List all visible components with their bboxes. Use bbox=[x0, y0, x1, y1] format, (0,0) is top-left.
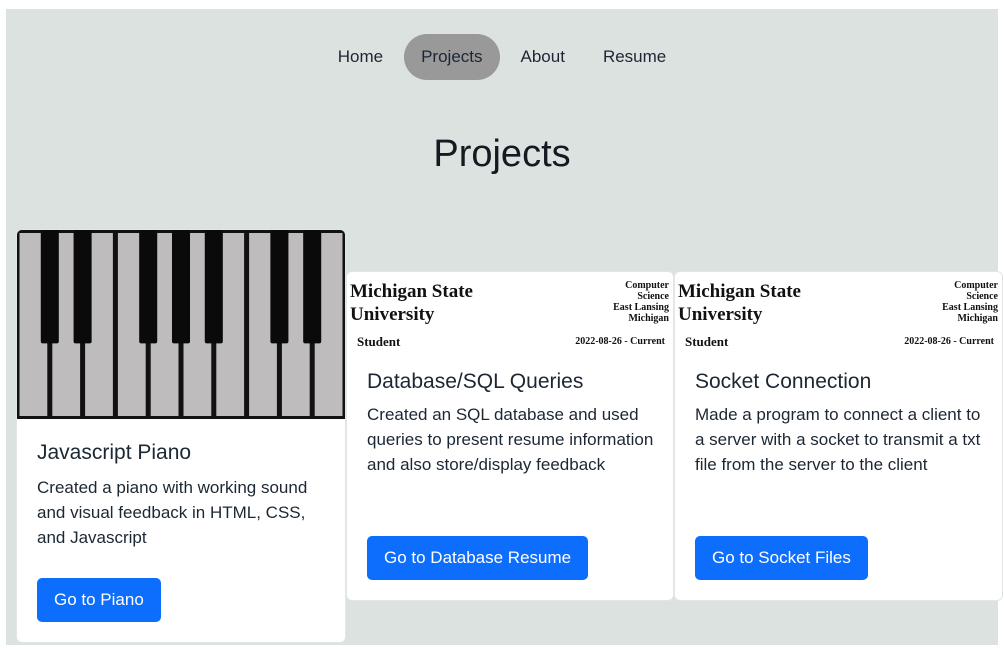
resume-role: Student bbox=[357, 334, 401, 349]
resume-dept-line: East Lansing bbox=[613, 302, 669, 313]
card-description: Created a piano with working sound and v… bbox=[37, 478, 308, 547]
card-description: Made a program to connect a client to a … bbox=[695, 405, 981, 474]
resume-dept-line: Michigan bbox=[628, 313, 669, 324]
resume-role: Student bbox=[685, 334, 729, 349]
piano-black-key bbox=[270, 230, 289, 344]
resume-school-line2: University bbox=[678, 304, 763, 325]
resume-dept-line: Computer bbox=[954, 280, 998, 291]
nav-resume[interactable]: Resume bbox=[586, 34, 683, 80]
resume-dept-line: Science bbox=[637, 291, 669, 302]
card-description: Created an SQL database and used queries… bbox=[367, 405, 654, 474]
resume-department: Computer Science East Lansing Michigan bbox=[942, 280, 998, 324]
resume-dept-line: East Lansing bbox=[942, 302, 998, 313]
go-to-database-resume-button[interactable]: Go to Database Resume bbox=[367, 536, 589, 580]
resume-school-line2: University bbox=[350, 304, 435, 325]
nav-about[interactable]: About bbox=[504, 34, 582, 80]
piano-black-key bbox=[204, 230, 223, 344]
page-title: Projects bbox=[433, 133, 571, 175]
card-title: Socket Connection bbox=[695, 370, 872, 393]
resume-department: Computer Science East Lansing Michigan bbox=[613, 280, 669, 324]
piano-black-key bbox=[73, 230, 92, 344]
resume-header-image: Michigan State University Computer Scien… bbox=[675, 272, 1002, 352]
piano-black-key bbox=[40, 230, 59, 344]
piano-image bbox=[17, 230, 345, 419]
resume-header-image: Michigan State University Computer Scien… bbox=[347, 272, 673, 352]
resume-dept-line: Science bbox=[966, 291, 998, 302]
resume-school-name: Michigan State University bbox=[350, 280, 473, 326]
card-title: Database/SQL Queries bbox=[367, 370, 584, 393]
piano-black-key bbox=[139, 230, 158, 344]
project-card-database: Michigan State University Computer Scien… bbox=[346, 271, 674, 601]
project-card-socket: Michigan State University Computer Scien… bbox=[674, 271, 1003, 601]
piano-keys-graphic bbox=[17, 230, 345, 419]
resume-school-name: Michigan State University bbox=[678, 280, 801, 326]
go-to-piano-button[interactable]: Go to Piano bbox=[37, 578, 161, 622]
top-nav: Home Projects About Resume bbox=[6, 34, 998, 80]
resume-dates: 2022-08-26 - Current bbox=[575, 336, 665, 347]
go-to-socket-files-button[interactable]: Go to Socket Files bbox=[695, 536, 868, 580]
resume-school-line1: Michigan State bbox=[350, 281, 473, 302]
piano-black-key bbox=[171, 230, 191, 344]
project-card-piano: Javascript Piano Created a piano with wo… bbox=[16, 229, 346, 643]
nav-home[interactable]: Home bbox=[321, 34, 400, 80]
card-title: Javascript Piano bbox=[37, 441, 192, 464]
resume-school-line1: Michigan State bbox=[678, 281, 801, 302]
resume-dept-line: Michigan bbox=[957, 313, 998, 324]
resume-dept-line: Computer bbox=[625, 280, 669, 291]
piano-black-key bbox=[303, 230, 322, 344]
nav-projects[interactable]: Projects bbox=[404, 34, 500, 80]
resume-dates: 2022-08-26 - Current bbox=[904, 336, 994, 347]
